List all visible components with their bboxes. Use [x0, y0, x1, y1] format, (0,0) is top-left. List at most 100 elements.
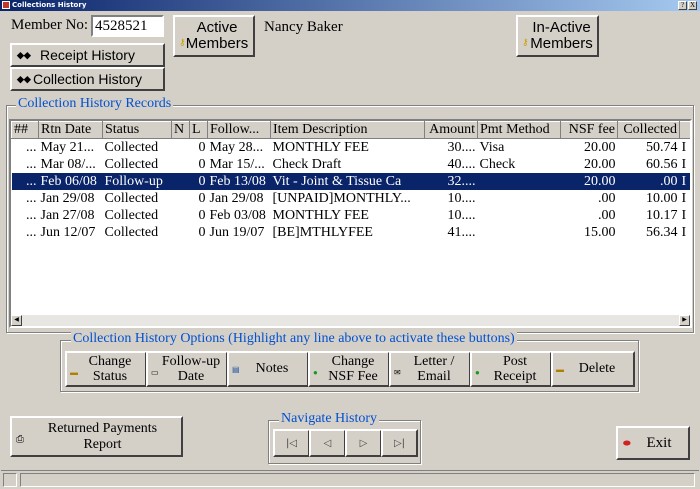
table-cell: .00	[598, 208, 616, 223]
returned-payments-report-button[interactable]: ⎙ Returned Payments Report	[10, 416, 183, 457]
table-cell: ...	[26, 191, 37, 206]
table-cell: 32....	[424, 173, 478, 190]
change-nsf-fee-button[interactable]: ● Change NSF Fee	[308, 351, 390, 387]
table-cell: 0	[198, 140, 206, 155]
table-cell: Jun 12/07	[40, 225, 96, 240]
previous-icon: ◁	[323, 437, 332, 449]
table-row[interactable]: ... Jan 29/08 Collected 0 Jan 29/08 [UNPAID]M…	[12, 190, 691, 207]
table-cell: Collected	[104, 191, 159, 206]
table-cell: Feb 13/08	[207, 173, 271, 190]
table-cell: I	[681, 208, 687, 223]
table-cell: I	[679, 173, 690, 190]
horizontal-scrollbar[interactable]: ◀ ▶	[11, 315, 690, 326]
table-cell	[172, 207, 190, 224]
table-cell: .00	[598, 191, 616, 206]
post-receipt-button[interactable]: ● Post Receipt	[470, 351, 552, 387]
column-header[interactable]: ##	[11, 121, 39, 139]
records-legend: Collection History Records	[16, 96, 174, 112]
table-cell: 60.56	[646, 157, 678, 172]
help-button[interactable]: ?	[678, 1, 687, 10]
window-title: Collections History	[12, 1, 87, 9]
table-cell: I	[681, 191, 687, 206]
table-cell: ...	[26, 157, 37, 172]
column-header[interactable]: Amount	[424, 121, 478, 139]
table-cell: 10....	[447, 208, 476, 223]
active-members-button[interactable]: ⚷ Active Members	[173, 15, 255, 57]
column-header[interactable]: NSF fee	[560, 121, 618, 139]
next-record-button[interactable]: ▷	[345, 429, 382, 457]
column-header[interactable]: Pmt Method	[477, 121, 561, 139]
table-cell: 20.00	[584, 157, 616, 172]
followup-date-button[interactable]: ▭ Follow-up Date	[146, 351, 228, 387]
table-cell: 0	[198, 208, 206, 223]
delete-button[interactable]: ▬ Delete	[551, 351, 635, 387]
table-cell: Collected	[104, 157, 159, 172]
column-header[interactable]	[679, 121, 690, 139]
table-cell: ...	[26, 140, 37, 155]
records-table: ## Rtn Date Status N L Follow... Item Descript…	[11, 121, 691, 241]
letter-email-button[interactable]: ✉ Letter / Email	[389, 351, 471, 387]
table-cell: Jan 27/08	[40, 208, 95, 223]
printer-icon: ⎙	[16, 434, 24, 445]
binoculars-icon: ◆◆	[17, 49, 31, 60]
table-cell: I	[681, 140, 687, 155]
scroll-left-icon[interactable]: ◀	[11, 315, 22, 326]
table-row[interactable]: ... Jan 27/08 Collected 0 Feb 03/08 MONTHLY F…	[12, 207, 691, 224]
table-row[interactable]: ... May 21... Collected 0 May 28... MONTHLY F…	[12, 139, 691, 157]
table-cell: [UNPAID]MONTHLY...	[272, 191, 411, 206]
next-icon: ▷	[359, 437, 368, 449]
table-cell: Mar 08/...	[40, 157, 96, 172]
last-record-button[interactable]: ▷|	[381, 429, 418, 457]
table-cell: 40....	[447, 157, 476, 172]
collection-history-button[interactable]: ◆◆ Collection History	[10, 67, 165, 91]
table-cell: 10.17	[646, 208, 678, 223]
money-icon: ●	[475, 368, 480, 377]
table-cell	[478, 224, 561, 241]
column-header[interactable]: Item Description	[270, 121, 425, 139]
records-grid[interactable]: ## Rtn Date Status N L Follow... Item Descript…	[9, 119, 692, 328]
table-cell	[172, 156, 190, 173]
table-cell: 41....	[447, 225, 476, 240]
table-header-row: ## Rtn Date Status N L Follow... Item Descript…	[11, 121, 690, 139]
table-cell: ...	[26, 208, 37, 223]
table-cell: 10....	[447, 191, 476, 206]
column-header[interactable]: L	[189, 121, 208, 139]
table-cell: Collected	[104, 208, 159, 223]
column-header[interactable]: N	[171, 121, 190, 139]
column-header[interactable]: Status	[102, 121, 172, 139]
status-bar	[1, 470, 699, 488]
folder-icon: ▬	[556, 365, 564, 374]
table-row[interactable]: ... Mar 08/... Collected 0 Mar 15/... Check D…	[12, 156, 691, 173]
table-cell: Vit - Joint & Tissue Ca	[270, 173, 425, 190]
inactive-members-button[interactable]: ⚷ In-Active Members	[516, 15, 599, 57]
column-header[interactable]: Collected	[617, 121, 680, 139]
close-button[interactable]: X	[688, 1, 697, 10]
table-cell: MONTHLY FEE	[272, 140, 369, 155]
table-cell: Check	[479, 157, 516, 172]
previous-record-button[interactable]: ◁	[309, 429, 346, 457]
table-cell: May 21...	[40, 140, 95, 155]
table-row[interactable]: ... Jun 12/07 Collected 0 Jun 19/07 [BE]MTHLY…	[12, 224, 691, 241]
column-header[interactable]: Follow...	[207, 121, 271, 139]
window-title-bar: Collections History	[0, 0, 700, 11]
table-cell: Jan 29/08	[209, 191, 264, 206]
receipt-history-button[interactable]: ◆◆ Receipt History	[10, 43, 165, 67]
table-cell	[478, 207, 561, 224]
table-cell: I	[681, 157, 687, 172]
exit-button[interactable]: ⬬ Exit	[616, 426, 690, 460]
table-cell: Mar 15/...	[209, 157, 265, 172]
scroll-right-icon[interactable]: ▶	[679, 315, 690, 326]
table-cell	[172, 190, 190, 207]
table-row[interactable]: ... Feb 06/08 Follow-up 0 Feb 13/08 Vit - Joi…	[11, 173, 690, 190]
table-cell: 0	[198, 157, 206, 172]
notes-button[interactable]: ▤ Notes	[227, 351, 309, 387]
table-cell	[477, 173, 561, 190]
first-record-button[interactable]: |◁	[273, 429, 310, 457]
column-header[interactable]: Rtn Date	[38, 121, 103, 139]
member-no-input[interactable]: 4528521	[91, 15, 164, 37]
table-cell: Jun 19/07	[209, 225, 265, 240]
member-no-label: Member No:	[11, 17, 89, 33]
table-cell	[172, 224, 190, 241]
change-status-button[interactable]: ▬ Change Status	[65, 351, 147, 387]
table-cell	[478, 190, 561, 207]
